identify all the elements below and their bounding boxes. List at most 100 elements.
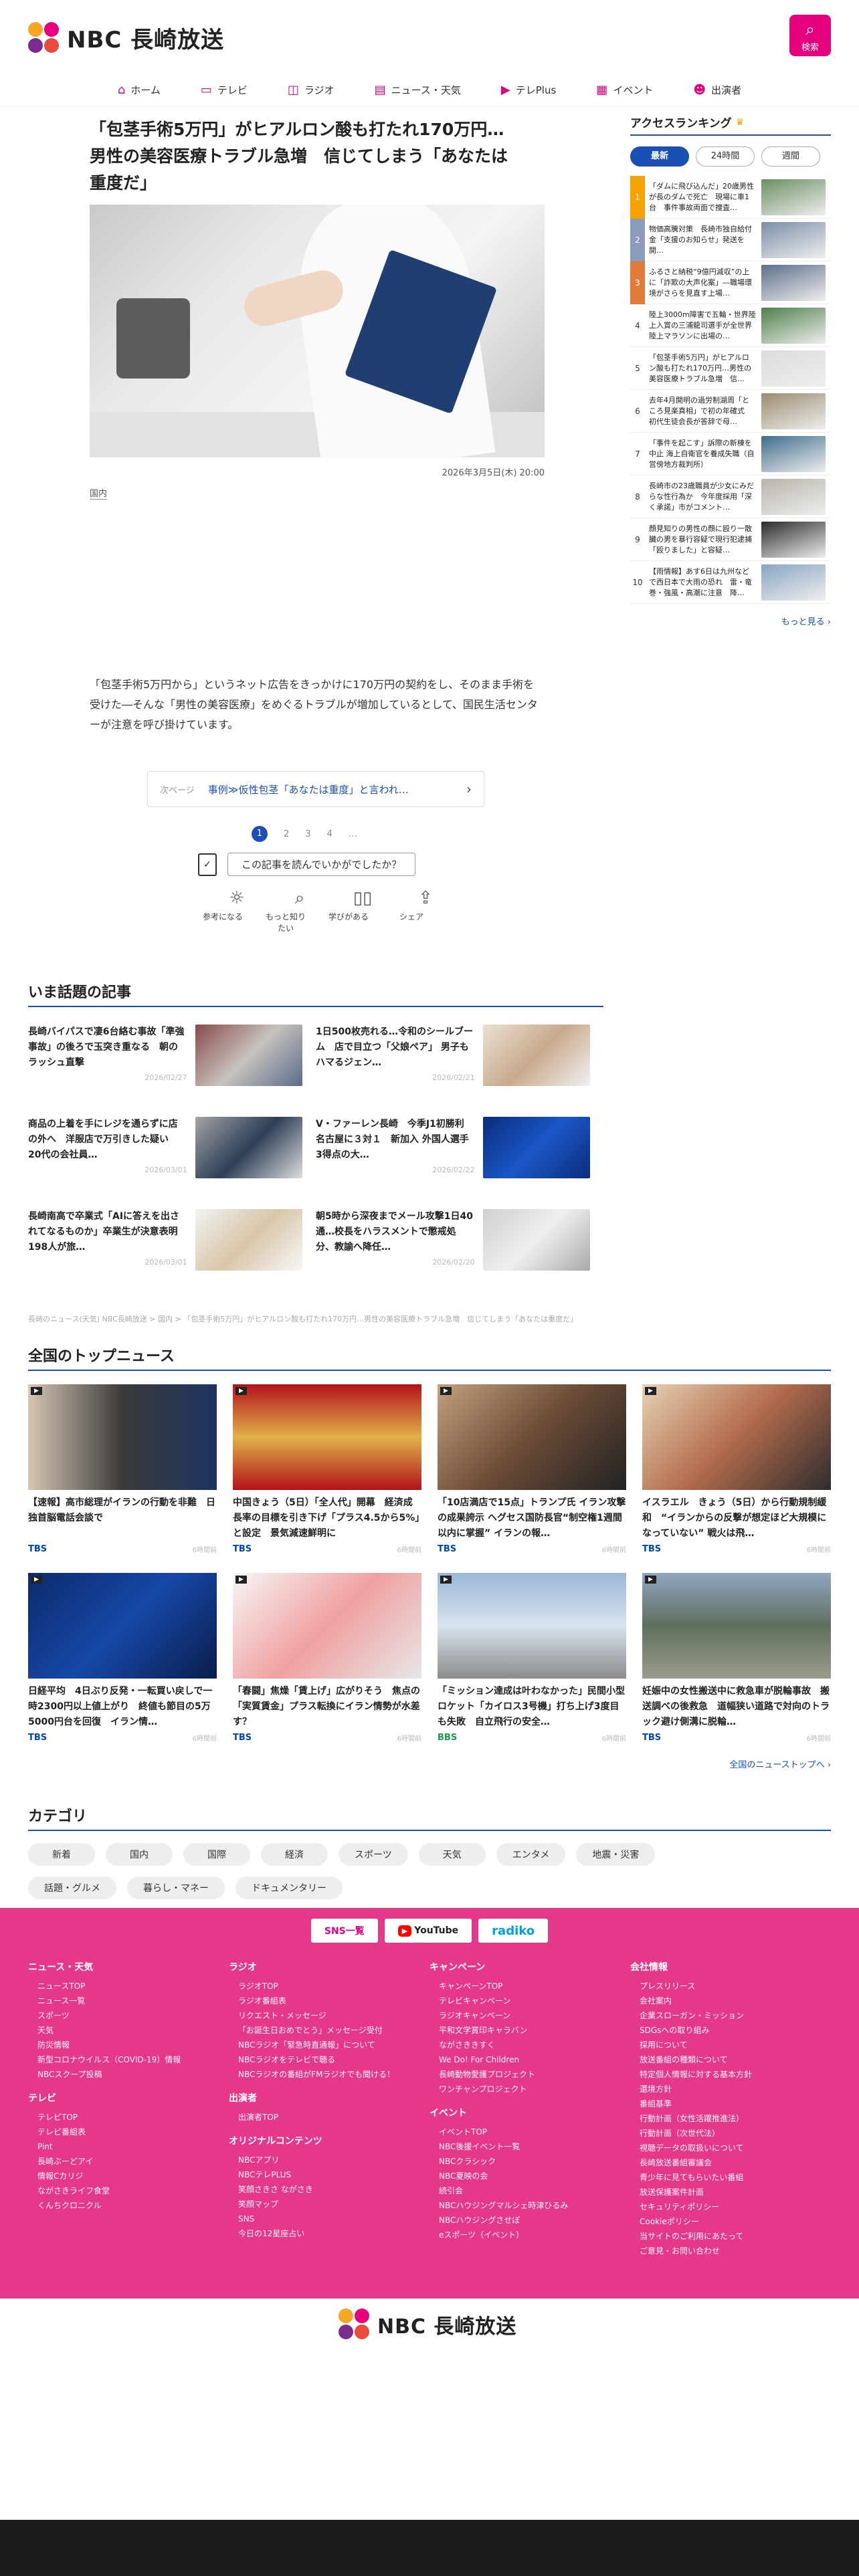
category-chip[interactable]: 話題・グルメ [28, 1876, 116, 1899]
next-page-link[interactable]: 次ページ 事例≫仮性包茎「あなたは重度」と言われ… › [147, 771, 484, 807]
ranking-item[interactable]: 10 【雨情報】あす6日は九州などで西日本で大雨の恐れ 雷・竜巻・強風・高潮に注意… [630, 561, 831, 604]
footer-link[interactable]: セキュリティポリシー [630, 2199, 831, 2214]
ranking-item[interactable]: 1 「ダムに飛び込んだ」20歳男性が長のダムで死亡 現場に車1台 事件事故両面で捜… [630, 175, 831, 219]
footer-link[interactable]: 長崎放送番組審議会 [630, 2155, 831, 2170]
footer-link[interactable]: 放送番組の種類について [630, 2052, 831, 2067]
footer-link[interactable]: 放送保護案件計画 [630, 2185, 831, 2199]
footer-link[interactable]: ながさきライフ食堂 [28, 2183, 229, 2198]
national-news-card[interactable]: ▶ 「10店満店で15点」トランプ氏 イラン攻撃の成果誇示 ヘグセス国防長官“制空… [438, 1384, 626, 1554]
ranking-tab[interactable]: 週間 [761, 146, 820, 167]
search-button[interactable]: ⌕ 検索 [789, 15, 831, 56]
breadcrumb[interactable]: 長崎のニュース(天気) NBC長崎放送 > 国内 > 「包茎手術5万円」がヒアル… [28, 1313, 577, 1324]
ranking-item[interactable]: 4 陸上3000m障害で五輪・世界陸上入賞の三浦龍司選手が全世界陸上マラソンに出場… [630, 304, 831, 347]
footer-link[interactable]: イベントTOP [430, 2125, 630, 2139]
footer-link[interactable]: ながさききすく [430, 2038, 630, 2052]
nav-item-5[interactable]: ▦ イベント [576, 74, 673, 106]
footer-link[interactable]: 会社案内 [630, 1994, 831, 2008]
footer-link[interactable]: 情報Cカリジ [28, 2169, 229, 2183]
nav-item-1[interactable]: ▭ テレビ [181, 74, 268, 106]
footer-link[interactable]: SDGsへの取り組み [630, 2023, 831, 2038]
ranking-item[interactable]: 5 「包茎手術5万円」がヒアルロン酸も打たれ170万円…男性の美容医療トラブル急増… [630, 347, 831, 390]
footer-link[interactable]: NBCラジオ「緊急時直通報」について [229, 2038, 430, 2052]
trending-article[interactable]: 長崎南高で卒業式「AIに答えを出されてなるものか」卒業生が決意表明 198人が旅… [28, 1209, 302, 1271]
ranking-tab[interactable]: 最新 [630, 146, 689, 167]
footer-link[interactable]: ワンチャンプロジェクト [430, 2082, 630, 2097]
page-4[interactable]: 4 [327, 829, 332, 839]
footer-link[interactable]: ラジオ番組表 [229, 1994, 430, 2008]
footer-link[interactable]: ニュース一覧 [28, 1994, 229, 2008]
footer-link[interactable]: 当サイトのご利用にあたって [630, 2229, 831, 2244]
nav-item-4[interactable]: ▶ テレPlus [481, 74, 576, 106]
national-news-card[interactable]: ▶ 「春闘」焦燥「賃上げ」広がりそう 焦点の「実質賃金」プラス転換にイラン情勢が水… [233, 1573, 421, 1743]
ranking-item[interactable]: 6 去年4月開明の過労制湖周「ところ見楽真相」で初の年確式 初代生徒会長が答辞で母… [630, 390, 831, 433]
nav-item-6[interactable]: ☻ 出演者 [673, 74, 761, 106]
footer-link[interactable]: 天気 [28, 2023, 229, 2038]
reaction-button[interactable]: ⇪ シェア [388, 888, 435, 934]
ranking-item[interactable]: 7 「事件を起こす」訴際の新棟を中止 海上自衛官を養成失職（自営傍地方裁判所） [630, 433, 831, 475]
article-category-link[interactable]: 国内 [90, 486, 108, 500]
footer-link[interactable]: 続引会 [430, 2183, 630, 2198]
footer-link[interactable]: くんちクロニクル [28, 2198, 229, 2213]
category-chip[interactable]: 経済 [261, 1843, 328, 1866]
page-1[interactable]: 1 [252, 826, 268, 842]
footer-link[interactable]: ニュースTOP [28, 1979, 229, 1994]
nav-item-0[interactable]: ⌂ ホーム [98, 74, 181, 106]
footer-link[interactable]: 還境方針 [630, 2082, 831, 2097]
category-chip[interactable]: 地震・災害 [576, 1843, 656, 1866]
footer-logo[interactable]: NBC 長崎放送 [339, 2309, 516, 2341]
footer-link[interactable]: プレスリリース [630, 1979, 831, 1994]
trending-article[interactable]: 商品の上着を手にレジを通らずに店の外へ 洋服店で万引きした疑い 20代の会社員…… [28, 1117, 302, 1178]
category-chip[interactable]: スポーツ [339, 1843, 408, 1866]
ranking-item[interactable]: 3 ふるさと納税“9億円減収”の上に「詐欺の大声化案」―職場環境がさらを見直す上場… [630, 261, 831, 304]
footer-link[interactable]: NBCラジオの番組がFMラジオでも聞ける！ [229, 2067, 430, 2082]
footer-link[interactable]: NBCハウジングマルシェ時津ひるみ [430, 2198, 630, 2213]
category-chip[interactable]: 天気 [418, 1843, 486, 1866]
footer-link[interactable]: Cookieポリシー [630, 2214, 831, 2229]
ranking-item[interactable]: 8 長崎市の23歳職員が少女にみだらな性行為か 今年度採用「深く承諾」市がコメント… [630, 475, 831, 518]
footer-link[interactable]: 今日の12星座占い [229, 2226, 430, 2241]
nav-item-3[interactable]: ▤ ニュース・天気 [355, 74, 481, 106]
category-chip[interactable]: 国際 [183, 1843, 250, 1866]
footer-link[interactable]: 企業スローガン・ミッション [630, 2008, 831, 2023]
national-news-card[interactable]: ▶ イスラエル きょう（5日）から行動規制緩和 “イランからの反撃が想定ほど大規模… [642, 1384, 831, 1554]
footer-link[interactable]: 行動計画（次世代法） [630, 2126, 831, 2141]
footer-link[interactable]: ラジオキャンペーン [430, 2008, 630, 2023]
footer-link[interactable]: 新型コロナウイルス（COVID-19）情報 [28, 2052, 229, 2067]
footer-link[interactable]: 防災情報 [28, 2038, 229, 2052]
site-logo[interactable]: NBC 長崎放送 [28, 21, 224, 54]
reaction-button[interactable]: ⌕ もっと知りたい [262, 888, 309, 934]
footer-link[interactable]: 出演者TOP [229, 2110, 430, 2125]
footer-link[interactable]: 長崎動物愛護プロジェクト [430, 2067, 630, 2082]
reaction-button[interactable]: ▯▯ 学びがある [325, 888, 372, 934]
footer-link[interactable]: NBCラジオをテレビで聴る [229, 2052, 430, 2067]
nav-item-2[interactable]: ◫ ラジオ [268, 74, 355, 106]
ranking-item[interactable]: 2 物価高騰対策 長崎市独自給付金「支援のお知らせ」発送を開… [630, 218, 831, 261]
footer-link[interactable]: スポーツ [28, 2008, 229, 2023]
footer-link[interactable]: 視聴データの取扱いについて [630, 2141, 831, 2155]
footer-link[interactable]: ラジオTOP [229, 1979, 430, 1994]
national-news-card[interactable]: ▶ 妊娠中の女性搬送中に救急車が脱輪事故 搬送調べの後救急 道幅狭い道路で対向のト… [642, 1573, 831, 1743]
footer-link[interactable]: リクエスト・メッセージ [229, 2008, 430, 2023]
trending-article[interactable]: 長崎バイパスで凄6台絡む事故「準強事故」の後ろで玉突き重なる 朝のラッシュ直撃 2… [28, 1025, 302, 1086]
footer-link[interactable]: 特定個人情報に対する基本方針 [630, 2067, 831, 2082]
category-chip[interactable]: 国内 [106, 1843, 173, 1866]
footer-link[interactable]: Pint [28, 2139, 229, 2154]
footer-link[interactable]: SNS [229, 2212, 430, 2226]
footer-link[interactable]: eスポーツ（イベント） [430, 2228, 630, 2242]
ranking-tab[interactable]: 24時間 [696, 146, 755, 167]
page-2[interactable]: 2 [284, 829, 289, 839]
footer-link[interactable]: NBCテレPLUS [229, 2167, 430, 2182]
footer-link[interactable]: 採用について [630, 2038, 831, 2052]
category-chip[interactable]: エンタメ [496, 1843, 566, 1866]
footer-link[interactable]: 長崎ぶーどアイ [28, 2154, 229, 2169]
national-news-more-link[interactable]: 全国のニューストップへ › [28, 1757, 831, 1770]
ranking-more-link[interactable]: もっと見る › [630, 615, 831, 627]
trending-article[interactable]: 1日500枚売れる…令和のシールブーム 店で目立つ「父娘ペア」 男子もハマるジェ… [316, 1025, 590, 1086]
reaction-button[interactable]: ☼ 参考になる [199, 888, 246, 934]
ranking-item[interactable]: 9 顔見知りの男性の顔に殴り一散臓の男を暴行容疑で現行犯逮捕「殴りました」と容疑… [630, 518, 831, 561]
footer-link[interactable]: テレビキャンペーン [430, 1994, 630, 2008]
footer-link[interactable]: ご意見・お問い合わせ [630, 2244, 831, 2258]
page-3[interactable]: 3 [305, 829, 310, 839]
trending-article[interactable]: 朝5時から深夜までメール攻撃1日40通…校長をハラスメントで懲戒処分、教諭へ降任… [316, 1209, 590, 1271]
national-news-card[interactable]: ▶ 「ミッション達成は叶わなかった」民間小型ロケット「カイロス3号機」打ち上げ3度… [438, 1573, 626, 1743]
